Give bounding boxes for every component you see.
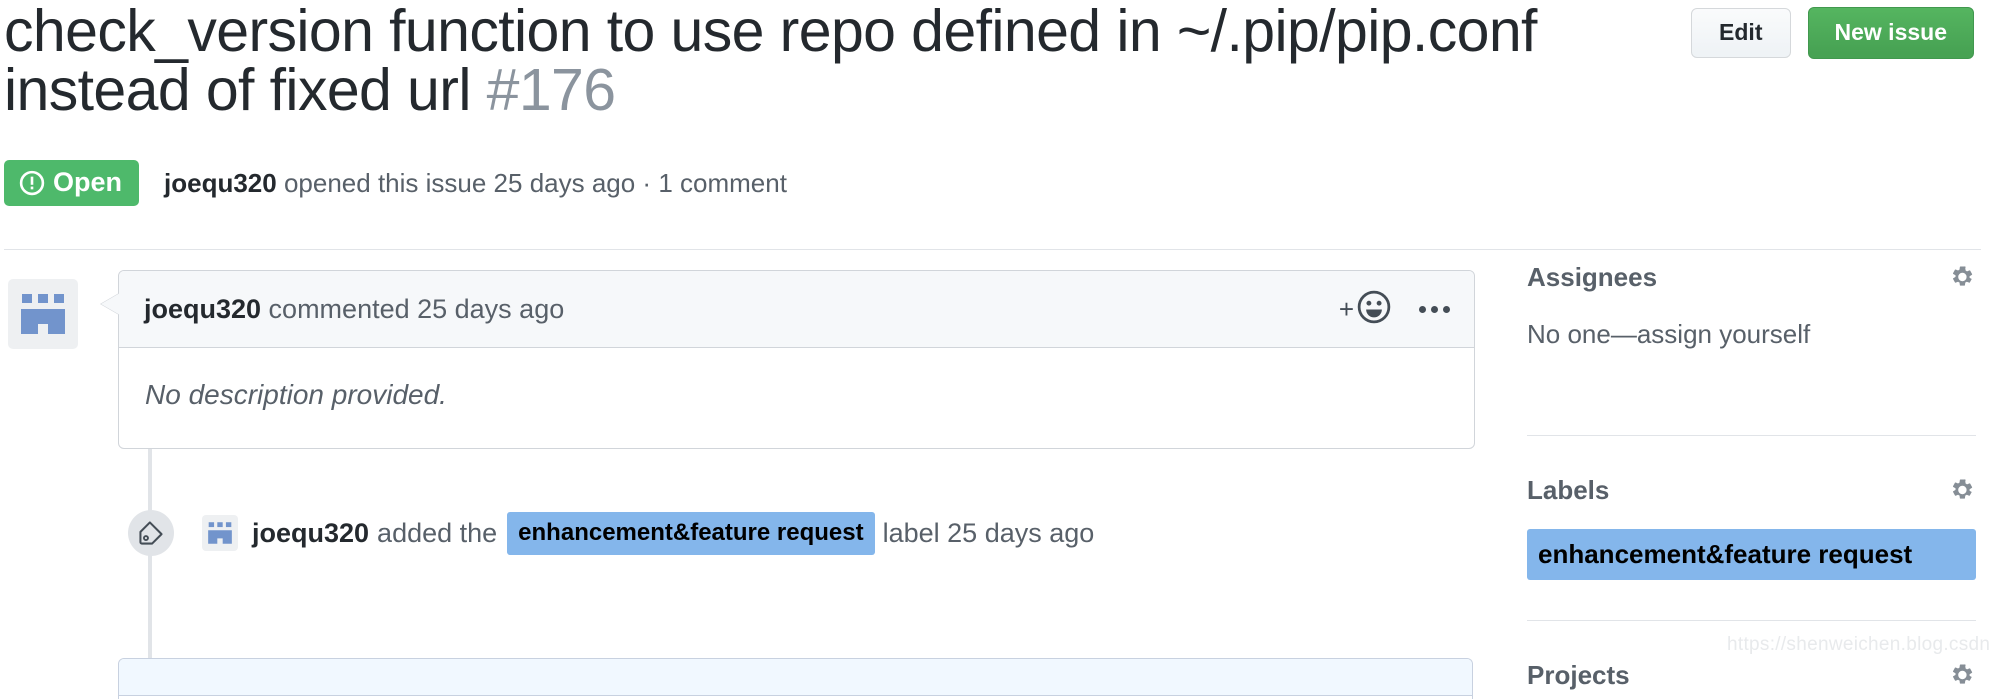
timeline-event-text: joequ320 added the enhancement&feature r… — [252, 511, 1102, 555]
page-title: check_version function to use repo defin… — [4, 0, 1691, 120]
sidebar-section-labels: Labels enhancement&feature request — [1527, 475, 1976, 580]
comment-box: joequ320 commented 25 days ago + No desc… — [100, 270, 1475, 449]
status-badge: Open — [4, 160, 140, 206]
smiley-icon — [1357, 290, 1391, 329]
assignees-title: Assignees — [1527, 262, 1658, 292]
inline-label-chip[interactable]: enhancement&feature request — [507, 511, 875, 555]
event-action-text: added the — [377, 517, 498, 548]
comment-author-link[interactable]: joequ320 — [144, 294, 261, 324]
sidebar-divider — [1527, 620, 1976, 621]
kebab-dot — [1419, 305, 1426, 313]
broken-image-icon — [208, 522, 232, 544]
sidebar-section-assignees: Assignees No one—assign yourself — [1527, 262, 1976, 347]
add-reaction-button[interactable]: + — [1339, 290, 1391, 329]
watermark: https://shenweichen.blog.csdn.net — [1727, 634, 1990, 655]
sidebar-section-projects: Projects — [1527, 660, 1976, 690]
kebab-menu-icon[interactable] — [1417, 300, 1452, 319]
event-author-link[interactable]: joequ320 — [252, 519, 369, 547]
new-issue-button[interactable]: New issue — [1807, 7, 1974, 59]
sidebar-divider — [1527, 435, 1976, 436]
labels-header: Labels — [1527, 475, 1976, 505]
header-actions: Edit New issue — [1691, 0, 1982, 59]
issue-author-link[interactable]: joequ320 — [164, 168, 277, 198]
kebab-dot — [1443, 305, 1450, 313]
assignees-value[interactable]: No one—assign yourself — [1527, 321, 1976, 347]
projects-header: Projects — [1527, 660, 1976, 690]
comment-header-text: joequ320 commented 25 days ago — [144, 293, 565, 324]
labels-title: Labels — [1527, 475, 1610, 505]
gear-icon[interactable] — [1946, 660, 1976, 690]
event-suffix-text: label 25 days ago — [882, 517, 1095, 548]
issue-meta-text: joequ320 opened this issue 25 days ago ·… — [164, 170, 787, 196]
gear-icon[interactable] — [1946, 475, 1976, 505]
header-divider — [4, 249, 1981, 250]
tag-icon — [139, 521, 163, 545]
issue-meta-row: Open joequ320 opened this issue 25 days … — [4, 160, 787, 206]
comment-timestamp: commented 25 days ago — [261, 293, 565, 324]
gear-icon[interactable] — [1946, 262, 1976, 292]
issue-opened-icon — [19, 170, 45, 196]
issue-title-text: check_version function to use repo defin… — [4, 0, 1537, 123]
assignees-header: Assignees — [1527, 262, 1976, 292]
plus-sign: + — [1338, 294, 1354, 324]
avatar[interactable] — [8, 279, 78, 349]
issue-page: check_version function to use repo defin… — [0, 0, 1990, 699]
issue-meta-detail: opened this issue 25 days ago · 1 commen… — [276, 168, 787, 198]
edit-button[interactable]: Edit — [1691, 8, 1791, 58]
comment-header-actions: + — [1339, 290, 1452, 329]
status-badge-label: Open — [53, 167, 123, 197]
timeline-event-content: joequ320 added the enhancement&feature r… — [202, 510, 1102, 556]
comment-body: No description provided. — [119, 348, 1474, 448]
title-block: check_version function to use repo defin… — [4, 0, 1691, 120]
broken-image-icon — [21, 294, 65, 334]
comment-header: joequ320 commented 25 days ago + — [119, 271, 1474, 348]
issue-number: #176 — [486, 57, 616, 123]
event-avatar[interactable] — [202, 515, 238, 551]
projects-title: Projects — [1527, 660, 1630, 690]
comment-body-text: No description provided. — [145, 379, 447, 410]
tag-icon-badge — [128, 510, 174, 556]
issue-header: check_version function to use repo defin… — [0, 0, 1990, 120]
next-comment-box-partial — [118, 658, 1473, 699]
kebab-dot — [1431, 305, 1438, 313]
sidebar-label-chip[interactable]: enhancement&feature request — [1527, 529, 1976, 580]
next-comment-header-partial — [119, 659, 1472, 696]
title-row: check_version function to use repo defin… — [0, 0, 1990, 120]
